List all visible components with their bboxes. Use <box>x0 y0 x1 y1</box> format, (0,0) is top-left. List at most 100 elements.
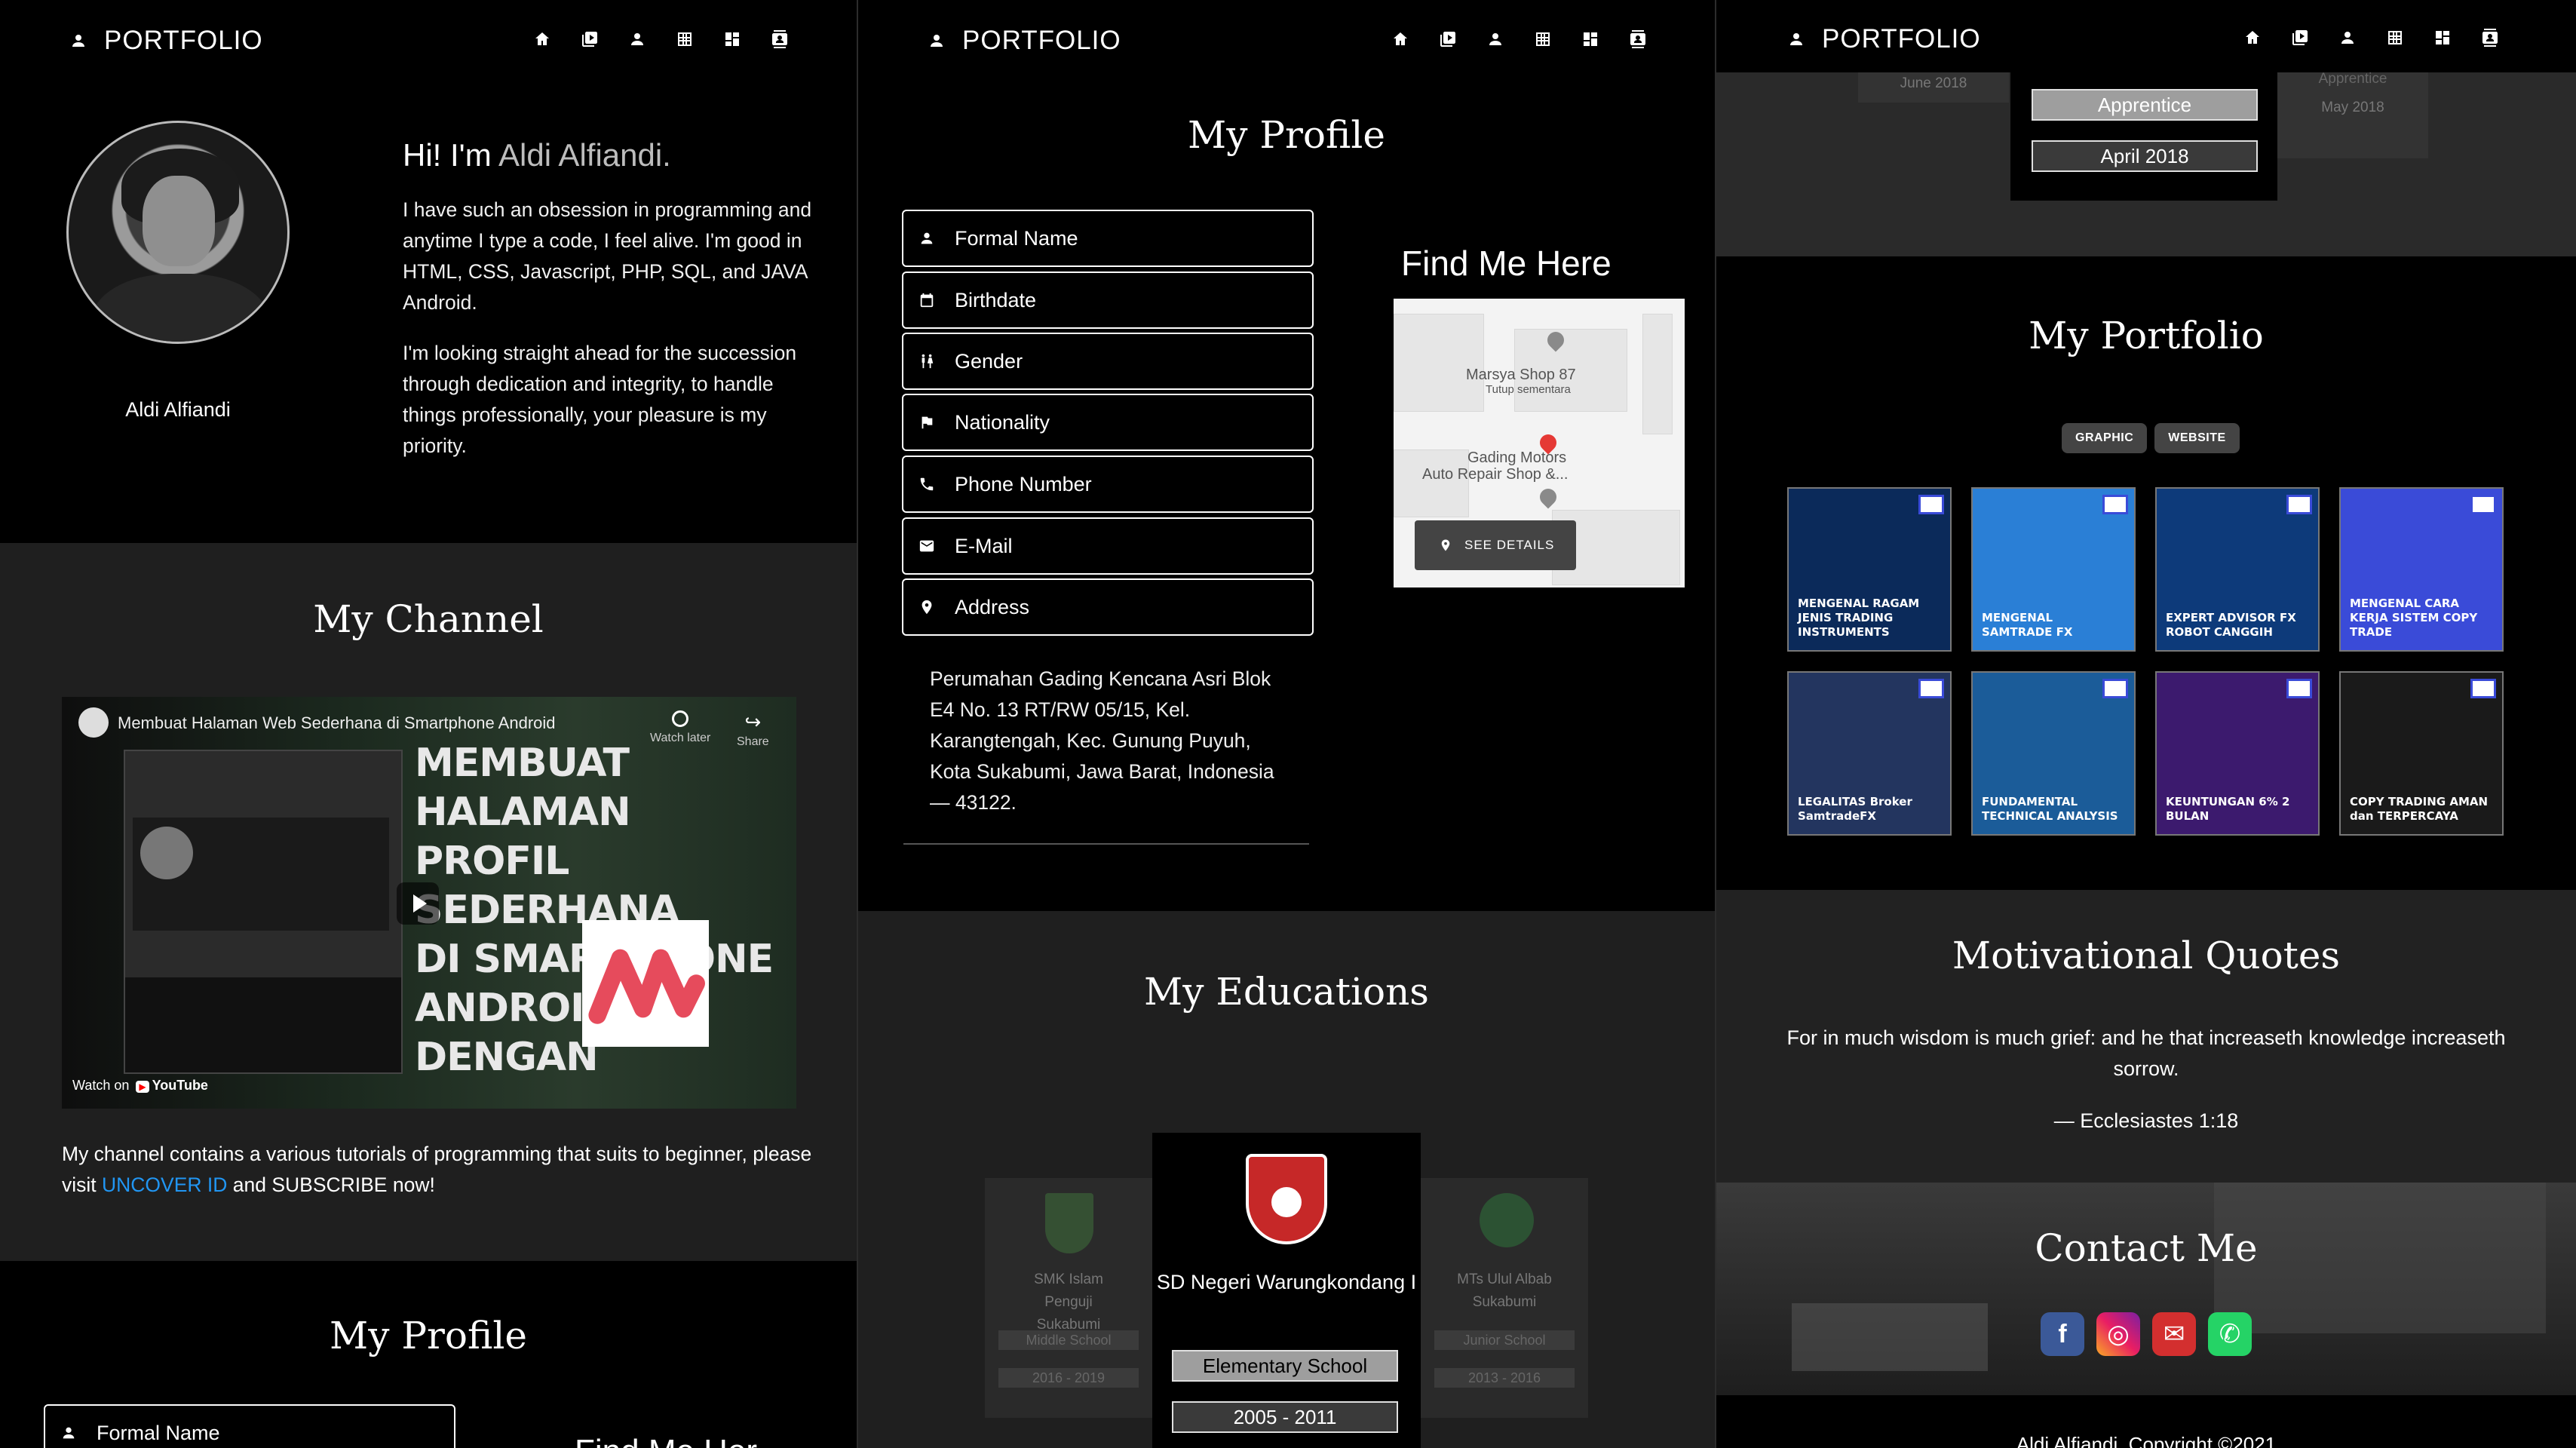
experience-title: Apprentice <box>2318 71 2387 87</box>
school-years: 2013 - 2016 <box>1434 1368 1575 1388</box>
school-icon[interactable] <box>1534 30 1552 48</box>
portfolio-tile-title: MENGENAL SAMTRADE FX <box>1982 611 2073 639</box>
school-name: MTs Ulul Albab Sukabumi <box>1457 1272 1552 1310</box>
experience-date: June 2018 <box>1900 75 1967 91</box>
channel-heading: My Channel <box>313 597 544 641</box>
gmail-icon[interactable]: ✉ <box>2152 1312 2196 1356</box>
screenshot-panel-2: PORTFOLIO My Profile Formal Name Birthda… <box>858 0 1715 1448</box>
contact-icon[interactable] <box>1629 30 1647 48</box>
brand[interactable]: PORTFOLIO <box>1787 24 1981 54</box>
gender-icon <box>918 353 935 370</box>
portfolio-tile[interactable]: FUNDAMENTAL TECHNICAL ANALYSIS <box>1971 671 2136 836</box>
map-place-sublabel: Auto Repair Shop &... <box>1422 466 1569 483</box>
instagram-icon[interactable]: ◎ <box>2096 1312 2140 1356</box>
contact-icon[interactable] <box>771 30 789 48</box>
person-icon <box>928 32 946 50</box>
portfolio-tile[interactable]: LEGALITAS Broker SamtradeFX <box>1787 671 1952 836</box>
portfolio-tile[interactable]: COPY TRADING AMAN dan TERPERCAYA <box>2339 671 2504 836</box>
video-library-icon[interactable] <box>1439 30 1457 48</box>
person-icon <box>60 1425 77 1441</box>
dashboard-icon[interactable] <box>2433 29 2452 47</box>
youtube-embed[interactable]: Membuat Halaman Web Sederhana di Smartph… <box>62 697 796 1109</box>
nav-icons <box>533 30 789 48</box>
intro-paragraph-2: I'm looking straight ahead for the succe… <box>403 342 797 457</box>
phone-icon <box>918 476 935 492</box>
school-icon[interactable] <box>676 30 694 48</box>
brand-label: PORTFOLIO <box>1822 24 1981 54</box>
portfolio-tile[interactable]: MENGENAL RAGAM JENIS TRADING INSTRUMENTS <box>1787 487 1952 652</box>
nationality-field[interactable]: Nationality <box>902 394 1314 451</box>
person-icon[interactable] <box>1486 30 1504 48</box>
quote-text: For in much wisdom is much grief: and he… <box>1786 1026 2506 1080</box>
brand-label: PORTFOLIO <box>104 26 263 55</box>
brand-badge-icon <box>2102 679 2128 698</box>
address-field[interactable]: Address <box>902 578 1314 636</box>
watch-on-label: Watch on <box>72 1078 130 1093</box>
avatar <box>66 121 290 344</box>
contact-section: Contact Me f ◎ ✉ ✆ <box>1716 1183 2576 1395</box>
divider <box>903 843 1309 845</box>
dashboard-icon[interactable] <box>723 30 741 48</box>
home-icon[interactable] <box>1391 30 1409 48</box>
brand-badge-icon <box>1918 495 1944 514</box>
education-card-right[interactable]: MTs Ulul Albab Sukabumi Junior School 20… <box>1421 1178 1588 1418</box>
watch-on-youtube[interactable]: Watch on ▶ YouTube <box>72 1078 208 1094</box>
experience-card-right[interactable]: Apprentice May 2018 <box>2277 60 2428 158</box>
channel-link[interactable]: UNCOVER ID <box>102 1173 227 1196</box>
portfolio-tile[interactable]: MENGENAL SAMTRADE FX <box>1971 487 2136 652</box>
profile-heading: My Profile <box>1188 113 1385 157</box>
education-card-active[interactable]: SD Negeri Warungkondang I Elementary Sch… <box>1152 1133 1421 1448</box>
map-place-label: Marsya Shop 87 <box>1466 367 1576 383</box>
video-library-icon[interactable] <box>2291 29 2309 47</box>
experience-card-active[interactable]: Apprentice April 2018 <box>2010 60 2277 201</box>
channel-logo[interactable] <box>78 707 109 738</box>
brand[interactable]: PORTFOLIO <box>928 26 1121 56</box>
brand-badge-icon <box>2470 679 2496 698</box>
quote-source: — Ecclesiastes 1:18 <box>2053 1109 2239 1132</box>
school-icon[interactable] <box>2386 29 2404 47</box>
person-icon[interactable] <box>628 30 646 48</box>
person-icon[interactable] <box>2338 29 2357 47</box>
play-button[interactable] <box>397 882 439 925</box>
school-level: Middle School <box>998 1330 1139 1350</box>
gender-field[interactable]: Gender <box>902 333 1314 390</box>
phone-number-field[interactable]: Phone Number <box>902 456 1314 513</box>
field-label: Phone Number <box>955 472 1092 495</box>
google-map[interactable]: Marsya Shop 87 Tutup sementara Gading Mo… <box>1394 299 1685 587</box>
school-emblem-icon <box>1480 1193 1534 1247</box>
school-level: Junior School <box>1434 1330 1575 1350</box>
nav-icons <box>2243 29 2499 47</box>
dashboard-icon[interactable] <box>1581 30 1599 48</box>
home-icon[interactable] <box>2243 29 2262 47</box>
birthdate-field[interactable]: Birthdate <box>902 272 1314 329</box>
formal-name-field[interactable]: Formal Name <box>44 1404 455 1448</box>
portfolio-tile[interactable]: KEUNTUNGAN 6% 2 BULAN <box>2155 671 2320 836</box>
whatsapp-icon[interactable]: ✆ <box>2208 1312 2252 1356</box>
portfolio-tile[interactable]: MENGENAL CARA KERJA SISTEM COPY TRADE <box>2339 487 2504 652</box>
formal-name-field[interactable]: Formal Name <box>902 210 1314 267</box>
filter-graphic-button[interactable]: GRAPHIC <box>2062 423 2148 453</box>
portfolio-filter: GRAPHIC WEBSITE <box>2062 423 2240 453</box>
see-details-label: SEE DETAILS <box>1464 538 1555 552</box>
home-icon[interactable] <box>533 30 551 48</box>
top-navbar: PORTFOLIO <box>0 0 857 84</box>
contact-icon[interactable] <box>2481 29 2499 47</box>
facebook-icon[interactable]: f <box>2041 1312 2084 1356</box>
video-title[interactable]: Membuat Halaman Web Sederhana di Smartph… <box>118 713 556 733</box>
map-place-sublabel: Tutup sementara <box>1486 383 1571 396</box>
field-label: Formal Name <box>97 1421 220 1444</box>
mail-icon <box>918 538 935 554</box>
video-library-icon[interactable] <box>581 30 599 48</box>
filter-website-button[interactable]: WEBSITE <box>2154 423 2240 453</box>
map-pin-icon[interactable] <box>1536 485 1560 509</box>
find-me-heading: Find Me Here <box>1401 244 1612 283</box>
brand[interactable]: PORTFOLIO <box>69 26 263 56</box>
school-name: SMK Islam Penguji Sukabumi <box>1034 1272 1103 1333</box>
see-details-button[interactable]: SEE DETAILS <box>1415 520 1576 570</box>
portfolio-tile[interactable]: EXPERT ADVISOR FX ROBOT CANGGIH <box>2155 487 2320 652</box>
email-field[interactable]: E-Mail <box>902 517 1314 575</box>
school-name: SD Negeri Warungkondang I <box>1156 1271 1417 1293</box>
share-icon: ↪ <box>744 710 762 733</box>
education-card-left[interactable]: SMK Islam Penguji Sukabumi Middle School… <box>985 1178 1152 1418</box>
youtube-label: YouTube <box>152 1078 208 1093</box>
